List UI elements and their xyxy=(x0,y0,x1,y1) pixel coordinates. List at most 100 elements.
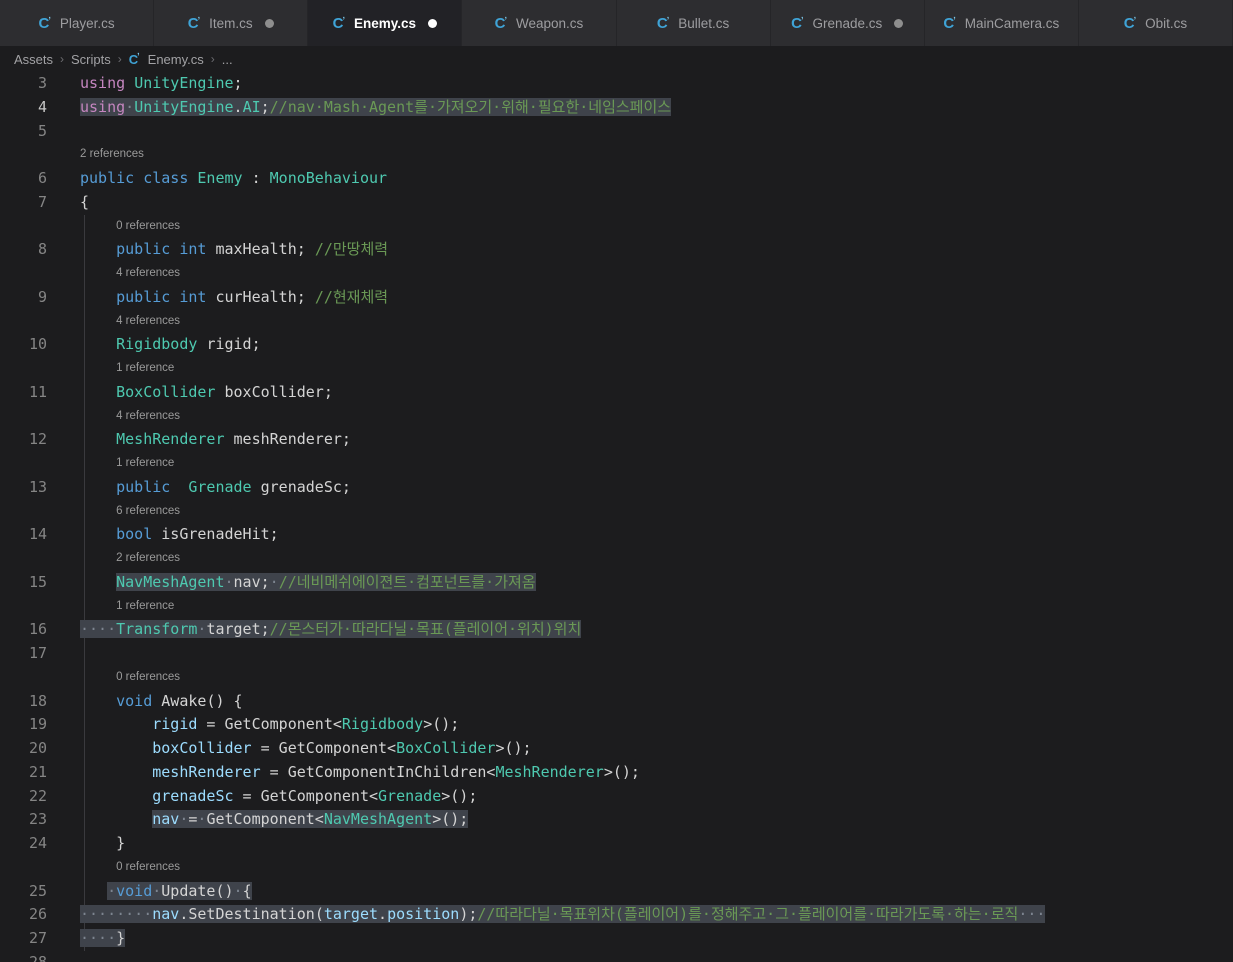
tab-label: Bullet.cs xyxy=(678,15,730,31)
codelens-row[interactable]: 0 references xyxy=(0,855,1233,880)
csharp-file-icon: Cʼ xyxy=(187,14,201,32)
csharp-file-icon: Cʼ xyxy=(943,14,956,32)
codelens-row[interactable]: 4 references xyxy=(0,262,1233,286)
breadcrumb-item-assets[interactable]: Assets xyxy=(14,52,53,67)
codelens-references-link[interactable]: 0 references xyxy=(116,856,180,880)
code-text: public int curHealth; //현재체력 xyxy=(116,287,389,306)
modified-dot-icon[interactable] xyxy=(428,18,438,28)
line-number: 14 xyxy=(28,525,47,544)
codelens-row[interactable]: 0 references xyxy=(0,665,1233,690)
code-text: public Grenade grenadeSc; xyxy=(116,477,351,496)
code-line-28[interactable]: 28 xyxy=(0,951,1233,962)
tab-grenade-cs[interactable]: Cʼ Grenade.cs xyxy=(770,0,925,46)
modified-dot-icon[interactable] xyxy=(264,18,274,28)
code-editor-window: Cʼ Player.cs Cʼ Item.cs Cʼ Enemy.cs Cʼ Weapon.c… xyxy=(0,0,1233,962)
line-number: 12 xyxy=(28,430,47,449)
tab-enemy-cs[interactable]: Cʼ Enemy.cs xyxy=(308,0,463,46)
line-number: 26 xyxy=(28,905,47,924)
line-number xyxy=(0,666,47,690)
codelens-row[interactable]: 1 reference xyxy=(0,452,1233,476)
code-line-22[interactable]: 22 grenadeSc = GetComponent<Grenade>(); xyxy=(0,784,1233,809)
tab-weapon-cs[interactable]: Cʼ Weapon.cs xyxy=(462,0,617,46)
code-text: meshRenderer = GetComponentInChildren<Me… xyxy=(152,762,640,781)
codelens-references-link[interactable]: 1 reference xyxy=(116,452,174,476)
tab-obit-cs[interactable]: Cʼ Obit.cs xyxy=(1078,0,1233,46)
code-line-17[interactable]: 17 xyxy=(0,642,1233,666)
code-line-24[interactable]: 24 } xyxy=(0,832,1233,856)
code-line-19[interactable]: 19 rigid = GetComponent<Rigidbody>(); xyxy=(0,713,1233,737)
codelens-row[interactable]: 2 references xyxy=(0,143,1233,167)
breadcrumb: Assets › Scripts › Cʼ Enemy.cs ›... xyxy=(0,46,1233,72)
code-line-14[interactable]: 14 bool isGrenadeHit; xyxy=(0,523,1233,547)
code-line-13[interactable]: 13 public Grenade grenadeSc; xyxy=(0,475,1233,500)
code-text: grenadeSc = GetComponent<Grenade>(); xyxy=(152,786,478,805)
codelens-row[interactable]: 4 references xyxy=(0,404,1233,429)
code-line-6[interactable]: 6 public class Enemy : MonoBehaviour xyxy=(0,167,1233,191)
line-number: 5 xyxy=(37,121,47,140)
tab-bullet-cs[interactable]: Cʼ Bullet.cs xyxy=(616,0,771,46)
code-line-4[interactable]: 4 using·UnityEngine.AI;//nav·Mash·Agent를·… xyxy=(0,96,1233,120)
code-line-8[interactable]: 8 public int maxHealth; //만땅체력 xyxy=(0,238,1233,262)
code-line-9[interactable]: 9 public int curHealth; //현재체력 xyxy=(0,285,1233,310)
code-text: public class Enemy : MonoBehaviour xyxy=(80,169,388,187)
codelens-references-link[interactable]: 0 references xyxy=(116,215,180,239)
codelens-row[interactable]: 2 references xyxy=(0,547,1233,571)
line-number: 28 xyxy=(28,952,47,962)
code-line-25[interactable]: 25 ·void·Update()·{ xyxy=(0,879,1233,904)
csharp-file-icon: Cʼ xyxy=(38,14,51,32)
code-line-27[interactable]: 27 ····} xyxy=(0,927,1233,951)
code-text: bool isGrenadeHit; xyxy=(116,525,279,544)
line-number: 25 xyxy=(28,881,47,900)
codelens-references-link[interactable]: 4 references xyxy=(116,262,180,286)
tab-item-cs[interactable]: Cʼ Item.cs xyxy=(154,0,309,46)
code-line-10[interactable]: 10 Rigidbody rigid; xyxy=(0,333,1233,357)
line-number: 4 xyxy=(37,97,47,116)
codelens-row[interactable]: 0 references xyxy=(0,214,1233,239)
code-text: } xyxy=(116,834,126,852)
codelens-references-link[interactable]: 1 reference xyxy=(116,357,174,381)
code-text: MeshRenderer meshRenderer; xyxy=(116,430,351,449)
line-number xyxy=(0,310,47,334)
code-line-26[interactable]: 26 ········nav.SetDestination(target.posi… xyxy=(0,903,1233,927)
codelens-row[interactable]: 4 references xyxy=(0,309,1233,334)
breadcrumb-item-enemy-cs[interactable]: Enemy.cs xyxy=(148,52,204,67)
code-line-3[interactable]: 3 using UnityEngine; xyxy=(0,72,1233,96)
code-line-5[interactable]: 5 xyxy=(0,120,1233,144)
codelens-row[interactable]: 6 references xyxy=(0,499,1233,524)
codelens-references-link[interactable]: 4 references xyxy=(116,310,180,334)
code-editor[interactable]: 3 using UnityEngine; 4 using·UnityEngine.AI… xyxy=(0,72,1233,962)
code-line-7[interactable]: 7{ xyxy=(0,191,1233,215)
line-number: 19 xyxy=(28,715,47,734)
tab-maincamera-cs[interactable]: Cʼ MainCamera.cs xyxy=(924,0,1079,46)
modified-dot-icon[interactable] xyxy=(894,18,904,28)
line-number: 8 xyxy=(37,240,47,259)
code-line-15[interactable]: 15 NavMeshAgent·nav;·//네비메쉬에이젼트·컴포넌트를·가져… xyxy=(0,570,1233,595)
code-line-11[interactable]: 11 BoxCollider boxCollider; xyxy=(0,380,1233,405)
code-line-20[interactable]: 20 boxCollider = GetComponent<BoxCollide… xyxy=(0,737,1233,761)
line-number: 17 xyxy=(28,644,47,662)
line-number xyxy=(0,547,47,571)
tab-player-cs[interactable]: Cʼ Player.cs xyxy=(0,0,155,46)
code-line-18[interactable]: 18 void Awake() { xyxy=(0,689,1233,714)
codelens-row[interactable]: 1 reference xyxy=(0,594,1233,619)
code-line-16[interactable]: 16 ····Transform·target;//몬스터가·따라다닐·목표(플레… xyxy=(0,618,1233,642)
codelens-references-link[interactable]: 4 references xyxy=(116,405,180,429)
csharp-file-icon: Cʼ xyxy=(128,50,140,67)
codelens-row[interactable]: 1 reference xyxy=(0,357,1233,381)
codelens-references-link[interactable]: 0 references xyxy=(116,666,180,690)
tab-label: Enemy.cs xyxy=(353,15,417,31)
tab-label: Item.cs xyxy=(209,15,253,31)
breadcrumb-item--[interactable]: ... xyxy=(222,52,233,67)
codelens-references-link[interactable]: 2 references xyxy=(116,547,180,571)
breadcrumb-item-scripts[interactable]: Scripts xyxy=(71,52,111,67)
editor-tab-bar: Cʼ Player.cs Cʼ Item.cs Cʼ Enemy.cs Cʼ Weapon.c… xyxy=(0,0,1233,46)
codelens-references-link[interactable]: 1 reference xyxy=(116,595,174,619)
code-line-23[interactable]: 23 nav·=·GetComponent<NavMeshAgent>(); xyxy=(0,808,1233,832)
code-line-12[interactable]: 12 MeshRenderer meshRenderer; xyxy=(0,428,1233,452)
code-text: NavMeshAgent·nav;·//네비메쉬에이젼트·컴포넌트를·가져옴 xyxy=(116,572,536,591)
line-number: 21 xyxy=(28,762,47,781)
tab-label: Player.cs xyxy=(59,15,115,31)
codelens-references-link[interactable]: 6 references xyxy=(116,500,180,524)
codelens-references-link[interactable]: 2 references xyxy=(80,143,144,167)
code-line-21[interactable]: 21 meshRenderer = GetComponentInChildren… xyxy=(0,760,1233,785)
